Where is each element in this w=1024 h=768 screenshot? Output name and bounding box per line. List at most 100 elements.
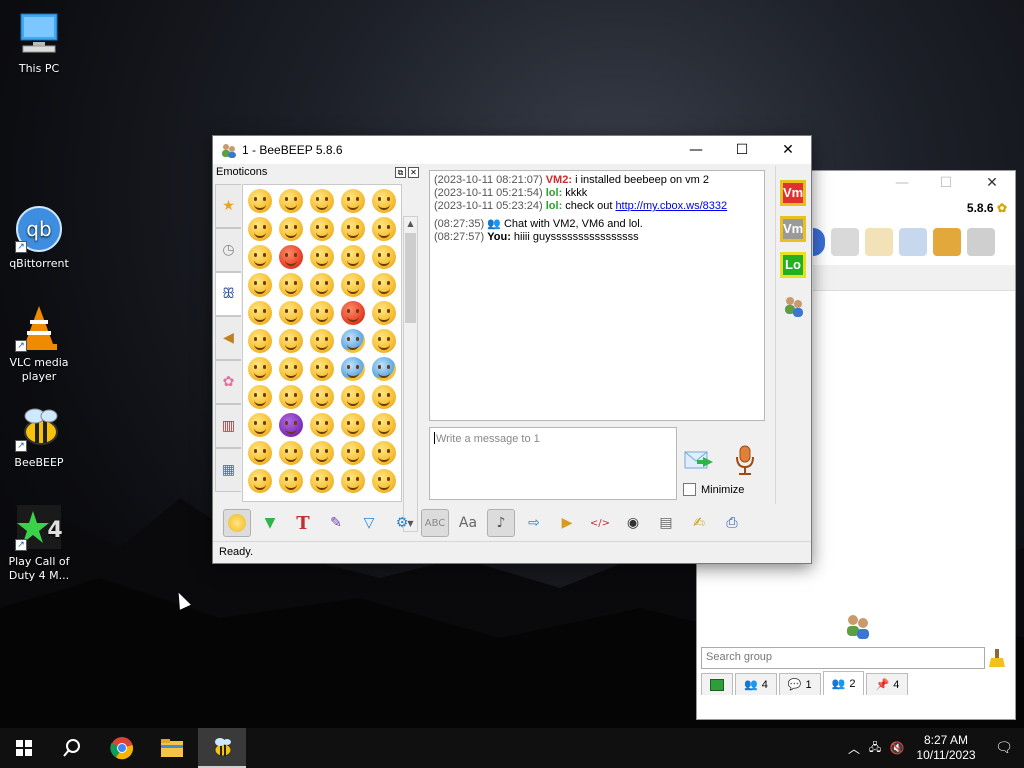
star-icon[interactable]: ★ <box>215 184 241 228</box>
emoticon-relieved[interactable] <box>248 245 272 269</box>
desktop-icon-call-of-duty[interactable]: 4 ↗ Play Call of Duty 4 M... <box>1 503 77 583</box>
taskbar-chrome[interactable] <box>98 728 146 768</box>
clock-icon[interactable]: ◷ <box>215 228 241 272</box>
folder-share-icon[interactable] <box>933 228 961 256</box>
close-panel-icon[interactable]: ✕ <box>408 167 419 178</box>
emoticon-flushed[interactable] <box>279 385 303 409</box>
chevron-up-icon[interactable]: ︿ <box>844 740 864 757</box>
emoticon-tired[interactable] <box>279 357 303 381</box>
emoticon-smile[interactable] <box>248 189 272 213</box>
desktop-icon-this-pc[interactable]: This PC <box>1 10 77 76</box>
font-button[interactable]: T <box>289 509 317 537</box>
network-icon[interactable]: 🖧 <box>864 739 886 758</box>
chat-history[interactable]: (2023-10-11 08:21:07) VM2: i installed b… <box>429 170 765 421</box>
emoticon-mask[interactable] <box>341 385 365 409</box>
desktop-icon-beebeep[interactable]: ↗ BeeBEEP <box>1 404 77 470</box>
member-avatar-vm6[interactable]: Vm <box>780 216 806 242</box>
bell-icon[interactable]: ◀ <box>215 316 241 360</box>
info-icon[interactable] <box>813 228 825 256</box>
member-avatar-lol[interactable]: Lo <box>780 252 806 278</box>
emoticon-hushed[interactable] <box>279 441 303 465</box>
emoticon-expressionless[interactable] <box>372 413 396 437</box>
send-file-button[interactable]: ⇨ <box>520 509 548 537</box>
maximize-button[interactable]: ☐ <box>719 136 765 164</box>
screenshot-button[interactable]: ◉ <box>619 509 647 537</box>
emoticon-sleepy[interactable] <box>372 245 396 269</box>
people-icon[interactable]: ꕥ <box>215 272 241 316</box>
emoticon-innocent[interactable] <box>248 413 272 437</box>
emoticon-angry[interactable] <box>310 301 334 325</box>
taskbar-beebeep[interactable] <box>198 728 246 768</box>
emoticon-smiley[interactable] <box>372 189 396 213</box>
group-members-icon[interactable] <box>782 294 806 318</box>
emoticon-frowning[interactable] <box>310 329 334 353</box>
microphone-icon[interactable] <box>735 445 755 477</box>
mail-icon[interactable] <box>831 228 859 256</box>
color-button[interactable]: ✎ <box>322 509 350 537</box>
emoticon-cold-sweat[interactable] <box>341 329 365 353</box>
scroll-up-icon[interactable]: ▲ <box>404 217 417 231</box>
emoticon-worried[interactable] <box>372 441 396 465</box>
emoticon-pensive[interactable] <box>248 273 272 297</box>
clear-brush-icon[interactable] <box>989 649 1005 667</box>
flower-icon[interactable]: ✿ <box>215 360 241 404</box>
notifications-icon[interactable]: 🗨 <box>984 740 1024 756</box>
desktop-icon-vlc[interactable]: ↗ VLC media player <box>1 304 77 384</box>
emoticon-sad[interactable] <box>248 357 272 381</box>
emoticon-blush[interactable] <box>341 217 365 241</box>
emoticon-confused[interactable] <box>248 441 272 465</box>
emoticon-persevere[interactable] <box>248 329 272 353</box>
emoticon-sweat-smile[interactable] <box>248 217 272 241</box>
emoticon-weary[interactable] <box>372 329 396 353</box>
member-avatar-vm2[interactable]: Vm <box>780 180 806 206</box>
emoticon-tongue[interactable] <box>372 273 396 297</box>
emoticon-fearful[interactable] <box>341 357 365 381</box>
trash-icon[interactable] <box>967 228 995 256</box>
emoticon-smirk[interactable] <box>310 245 334 269</box>
maximize-icon[interactable]: ☐ <box>931 175 961 191</box>
minimize-checkbox[interactable]: Minimize <box>683 483 744 496</box>
float-panel-icon[interactable]: ⧉ <box>395 167 406 178</box>
emoticon-anguished[interactable] <box>248 469 272 493</box>
start-button[interactable] <box>0 728 48 768</box>
objects-icon[interactable]: ▥ <box>215 404 241 448</box>
emoticon-astonished[interactable] <box>248 385 272 409</box>
emoticon-open-mouth[interactable] <box>279 469 303 493</box>
emoticon-upside[interactable] <box>310 441 334 465</box>
emoticon-hush[interactable] <box>372 469 396 493</box>
emoticon-laughing[interactable] <box>279 217 303 241</box>
emoticon-imp[interactable] <box>279 413 303 437</box>
clock[interactable]: 8:27 AM 10/11/2023 <box>908 733 984 763</box>
sound-button[interactable]: ♪ <box>487 509 515 537</box>
emoticon-disappointed[interactable] <box>279 301 303 325</box>
volume-muted-icon[interactable]: 🔇 <box>886 741 908 755</box>
emoticon-neutral[interactable] <box>341 413 365 437</box>
settings-button[interactable]: ⚙ <box>388 509 416 537</box>
emoticon-grinning[interactable] <box>341 189 365 213</box>
filter-button[interactable]: ▽ <box>355 509 383 537</box>
message-link[interactable]: http://my.cbox.ws/8332 <box>615 200 727 212</box>
send-folder-button[interactable]: ▶ <box>553 509 581 537</box>
tab-shares[interactable]: 📌 4 <box>866 673 909 695</box>
close-icon[interactable]: ✕ <box>977 175 1007 191</box>
send-message-icon[interactable] <box>683 446 717 474</box>
emoticon-kiss[interactable] <box>310 273 334 297</box>
search-group-input[interactable]: Search group <box>701 647 985 669</box>
minimize-button[interactable]: — <box>673 136 719 164</box>
completer-button[interactable]: Aa <box>454 509 482 537</box>
tab-users[interactable]: 👥 4 <box>735 673 777 695</box>
emoticon-relaxed[interactable] <box>310 217 334 241</box>
tab-groups[interactable]: 👥 2 <box>822 671 865 695</box>
emoticon-scrollbar[interactable]: ▲ ▼ <box>403 216 418 532</box>
taskbar-file-explorer[interactable] <box>148 728 196 768</box>
emoticon-surprised[interactable] <box>341 469 365 493</box>
tools-icon[interactable] <box>899 228 927 256</box>
hide-bar-button[interactable]: ▼ <box>256 509 284 537</box>
pencil-icon[interactable] <box>865 228 893 256</box>
desktop-icon-qbittorrent[interactable]: qb ↗ qBittorrent <box>1 205 77 271</box>
emoticon-joy[interactable] <box>310 189 334 213</box>
scroll-thumb[interactable] <box>405 233 416 323</box>
emoticon-squint-tongue[interactable] <box>248 301 272 325</box>
emoticon-sob[interactable] <box>310 357 334 381</box>
search-button[interactable] <box>48 728 96 768</box>
